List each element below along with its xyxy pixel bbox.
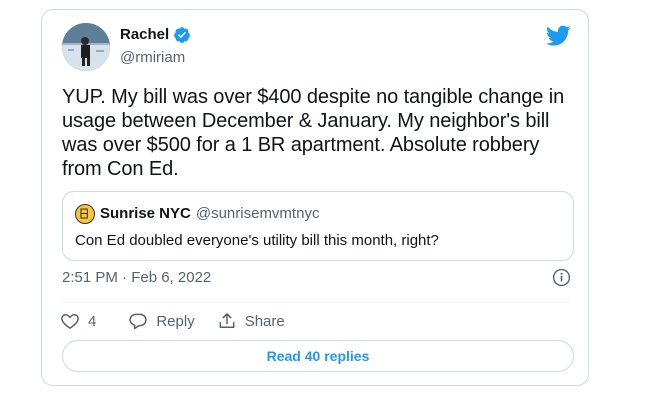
- tweet-timestamp[interactable]: 2:51 PM · Feb 6, 2022: [62, 268, 211, 288]
- tweet-card: Rachel @rmiriam YUP. My bill was over $4…: [41, 9, 589, 386]
- action-bar: 4 Reply Share: [60, 310, 285, 332]
- share-icon: [217, 311, 237, 331]
- author-avatar[interactable]: [62, 23, 110, 71]
- info-icon[interactable]: [552, 268, 571, 287]
- read-replies-button[interactable]: Read 40 replies: [62, 340, 574, 372]
- reply-icon: [128, 311, 148, 331]
- like-count: 4: [88, 312, 97, 330]
- share-label: Share: [244, 312, 285, 330]
- reply-label: Reply: [156, 312, 195, 330]
- heart-icon: [60, 311, 80, 331]
- author-name-row: Rachel: [120, 25, 191, 45]
- divider: [62, 302, 571, 303]
- quoted-author-handle: @sunrisemvmtnyc: [195, 205, 320, 222]
- tweet-text: YUP. My bill was over $400 despite no ta…: [62, 86, 565, 180]
- share-button[interactable]: Share: [217, 311, 285, 331]
- verified-badge-icon: [173, 26, 191, 44]
- quoted-tweet[interactable]: Sunrise NYC @sunrisemvmtnyc Con Ed doubl…: [62, 191, 574, 261]
- author-display-name[interactable]: Rachel: [120, 25, 169, 45]
- quoted-author-avatar: [75, 204, 95, 224]
- like-button[interactable]: 4: [60, 311, 96, 331]
- author-handle[interactable]: @rmiriam: [120, 48, 185, 68]
- reply-button[interactable]: Reply: [128, 311, 195, 331]
- quoted-tweet-header: Sunrise NYC @sunrisemvmtnyc: [75, 204, 319, 224]
- quoted-author-name: Sunrise NYC: [100, 205, 191, 222]
- quoted-tweet-text: Con Ed doubled everyone's utility bill t…: [75, 232, 439, 249]
- twitter-bird-icon[interactable]: [546, 25, 571, 47]
